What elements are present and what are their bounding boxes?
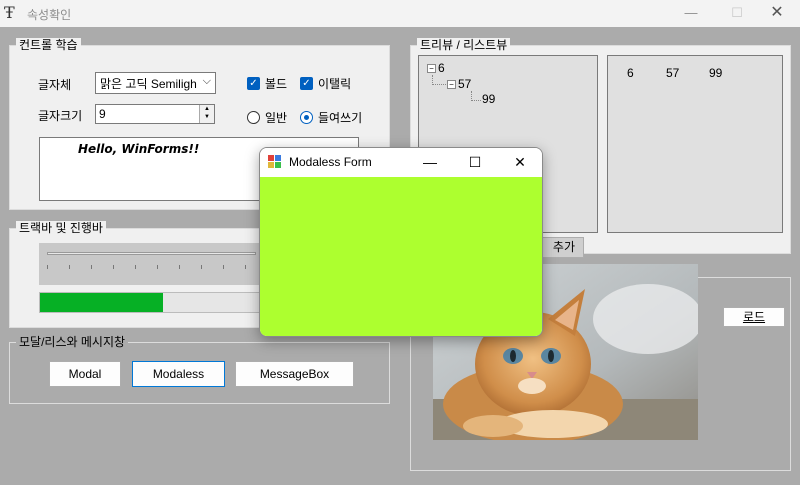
bold-label: 볼드 bbox=[265, 77, 288, 91]
modaless-body bbox=[260, 177, 542, 336]
italic-label: 이탤릭 bbox=[318, 77, 352, 91]
tree-node-child[interactable]: −57 bbox=[447, 77, 471, 91]
font-size-stepper[interactable]: 9 ▲ ▼ bbox=[95, 104, 215, 124]
progress-bar bbox=[39, 292, 264, 313]
font-combo[interactable]: 맑은 고딕 Semiligh ⌵ bbox=[95, 72, 216, 94]
preview-text: Hello, WinForms!! bbox=[78, 142, 200, 156]
tree-node-label: 6 bbox=[438, 61, 445, 75]
list-item[interactable]: 99 bbox=[709, 66, 722, 80]
italic-checkbox[interactable]: ✓ 이탤릭 bbox=[300, 75, 351, 92]
tree-node-leaf[interactable]: 99 bbox=[482, 92, 495, 106]
trackbar-ticks bbox=[47, 265, 256, 269]
modaless-title: Modaless Form bbox=[289, 155, 372, 169]
font-size-value: 9 bbox=[99, 107, 106, 121]
list-item[interactable]: 57 bbox=[666, 66, 679, 80]
window-title: 속성확인 bbox=[27, 8, 72, 22]
font-combo-value: 맑은 고딕 Semiligh bbox=[100, 77, 197, 91]
list-item[interactable]: 6 bbox=[627, 66, 634, 80]
radio-empty-icon bbox=[247, 111, 260, 124]
track-group-legend: 트랙바 및 진행바 bbox=[16, 221, 106, 235]
list-view[interactable]: 6 57 99 bbox=[607, 55, 783, 233]
normal-label: 일반 bbox=[265, 111, 288, 125]
dialog-group-legend: 모달/리스와 메시지창 bbox=[16, 335, 129, 349]
trackbar[interactable] bbox=[39, 243, 264, 285]
chevron-down-icon: ⌵ bbox=[202, 75, 211, 87]
tree-node-label: 57 bbox=[458, 77, 472, 91]
app-font-icon: Ŧ bbox=[4, 3, 15, 22]
add-button-label: 추가 bbox=[552, 240, 575, 254]
modal-button[interactable]: Modal bbox=[49, 361, 121, 387]
indent-radio[interactable]: 들여쓰기 bbox=[300, 109, 362, 126]
messagebox-button[interactable]: MessageBox bbox=[235, 361, 354, 387]
radio-selected-icon bbox=[300, 111, 313, 124]
check-icon: ✓ bbox=[300, 77, 313, 90]
progress-fill bbox=[40, 293, 163, 312]
minimize-button[interactable]: — bbox=[668, 0, 714, 27]
close-button[interactable]: ✕ bbox=[754, 0, 800, 27]
trackbar-line bbox=[47, 252, 256, 255]
load-button-label: 로드 bbox=[742, 310, 766, 324]
normal-radio[interactable]: 일반 bbox=[247, 109, 287, 126]
modaless-maximize-button[interactable]: ☐ bbox=[455, 151, 495, 173]
modaless-minimize-button[interactable]: — bbox=[410, 151, 450, 173]
collapse-icon[interactable]: − bbox=[447, 80, 456, 90]
controls-group-legend: 컨트롤 학습 bbox=[16, 38, 81, 52]
size-label: 글자크기 bbox=[38, 109, 83, 123]
check-icon: ✓ bbox=[247, 77, 260, 90]
modaless-close-button[interactable]: ✕ bbox=[500, 151, 540, 173]
collapse-icon[interactable]: − bbox=[427, 64, 436, 74]
bold-checkbox[interactable]: ✓ 볼드 bbox=[247, 75, 287, 92]
indent-label: 들여쓰기 bbox=[318, 111, 363, 125]
modaless-button[interactable]: Modaless bbox=[132, 361, 225, 387]
font-label: 글자체 bbox=[38, 78, 72, 92]
tree-line bbox=[471, 100, 481, 101]
load-button[interactable]: 로드 bbox=[723, 307, 785, 327]
spin-arrows-icon[interactable]: ▲ ▼ bbox=[199, 105, 214, 123]
form-icon bbox=[268, 155, 282, 169]
modaless-title-bar[interactable]: Modaless Form — ☐ ✕ bbox=[260, 148, 542, 177]
title-bar: Ŧ 속성확인 — ☐ ✕ bbox=[0, 0, 800, 27]
modaless-form[interactable]: Modaless Form — ☐ ✕ bbox=[259, 147, 543, 337]
tree-list-group-legend: 트리뷰 / 리스트뷰 bbox=[417, 38, 511, 52]
tree-node-root[interactable]: −6 bbox=[427, 61, 445, 75]
tree-line bbox=[432, 84, 446, 85]
tree-node-label: 99 bbox=[482, 92, 496, 106]
